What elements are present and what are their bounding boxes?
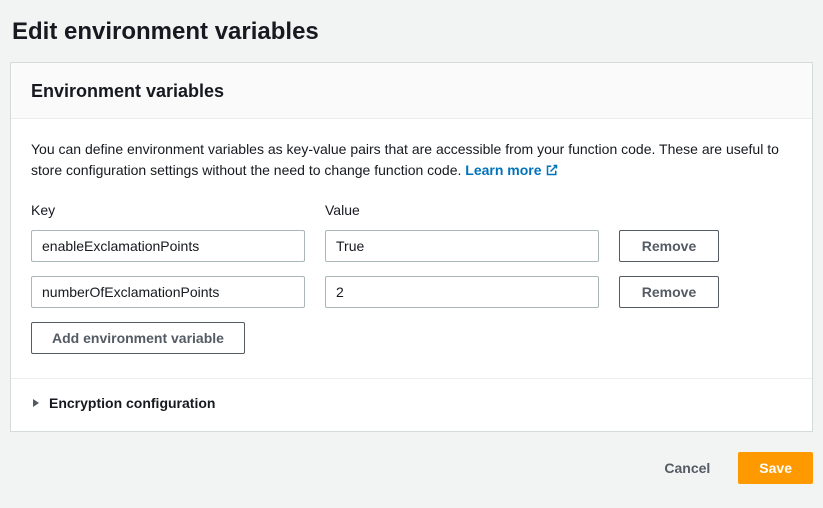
learn-more-link[interactable]: Learn more: [465, 162, 557, 178]
panel-description: You can define environment variables as …: [31, 139, 792, 182]
encryption-config-title: Encryption configuration: [49, 395, 215, 411]
caret-right-icon: [31, 395, 41, 411]
value-column-label: Value: [325, 202, 599, 218]
env-vars-panel: Environment variables You can define env…: [10, 62, 813, 432]
page-title: Edit environment variables: [10, 10, 813, 62]
panel-header: Environment variables: [11, 63, 812, 119]
panel-body: You can define environment variables as …: [11, 119, 812, 431]
key-input[interactable]: [31, 276, 305, 308]
description-text: You can define environment variables as …: [31, 141, 779, 178]
panel-title: Environment variables: [31, 81, 792, 102]
save-button[interactable]: Save: [738, 452, 813, 484]
footer-actions: Cancel Save: [10, 448, 813, 488]
remove-button[interactable]: Remove: [619, 230, 719, 262]
learn-more-text: Learn more: [465, 162, 541, 178]
remove-button[interactable]: Remove: [619, 276, 719, 308]
env-var-row: Remove: [31, 230, 792, 262]
add-environment-variable-button[interactable]: Add environment variable: [31, 322, 245, 354]
env-var-row: Remove: [31, 276, 792, 308]
value-input[interactable]: [325, 276, 599, 308]
table-header-row: Key Value: [31, 202, 792, 224]
cancel-button[interactable]: Cancel: [644, 454, 730, 482]
value-input[interactable]: [325, 230, 599, 262]
external-link-icon: [546, 161, 558, 182]
key-column-label: Key: [31, 202, 305, 218]
key-input[interactable]: [31, 230, 305, 262]
divider: [11, 378, 812, 379]
encryption-config-toggle[interactable]: Encryption configuration: [31, 395, 792, 415]
